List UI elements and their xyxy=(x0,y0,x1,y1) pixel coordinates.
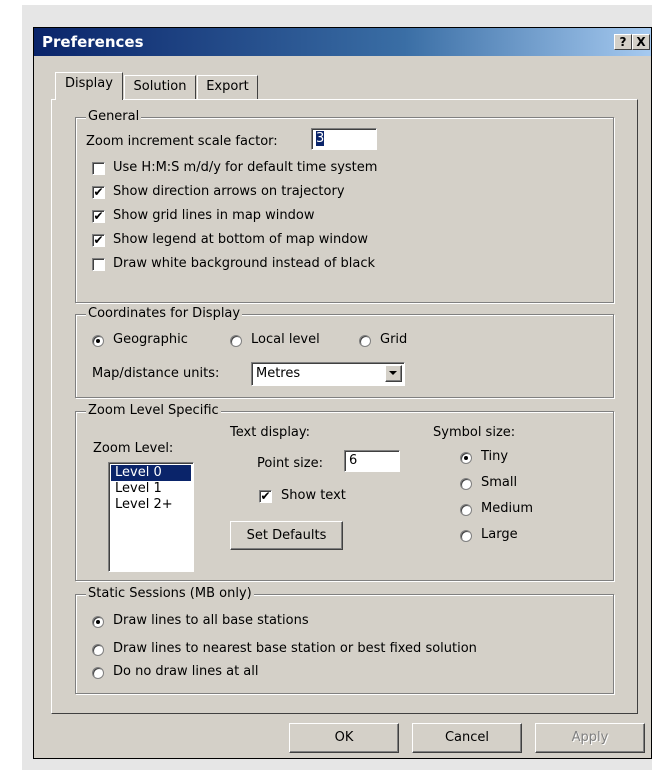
checkbox-show-text[interactable]: ✔ xyxy=(259,490,272,503)
cancel-button[interactable]: Cancel xyxy=(412,723,522,753)
apply-button[interactable]: Apply xyxy=(535,723,645,753)
radio-nearest-base-station[interactable] xyxy=(92,644,104,656)
title-bar: Preferences ? X xyxy=(34,28,651,56)
static-sessions-title: Static Sessions (MB only) xyxy=(86,586,254,601)
radio-geographic[interactable] xyxy=(92,335,104,347)
checkbox-direction-arrows[interactable]: ✔ xyxy=(92,186,105,199)
display-tab-panel: General Zoom increment scale factor: 3 U… xyxy=(51,99,638,714)
zoom-level-list[interactable]: Level 0 Level 1 Level 2+ xyxy=(108,462,194,572)
general-group-title: General xyxy=(86,109,142,124)
radio-label: Geographic xyxy=(113,332,188,347)
zoom-level-label: Zoom Level: xyxy=(93,441,174,456)
ok-button[interactable]: OK xyxy=(289,723,399,753)
list-item[interactable]: Level 2+ xyxy=(111,497,191,513)
point-size-input[interactable]: 6 xyxy=(344,450,400,472)
radio-label: Tiny xyxy=(481,449,509,464)
window-title: Preferences xyxy=(42,33,144,51)
help-icon[interactable]: ? xyxy=(614,34,632,50)
static-sessions-group: Static Sessions (MB only) Draw lines to … xyxy=(75,586,614,694)
tab-export[interactable]: Export xyxy=(197,75,258,99)
radio-label: Do no draw lines at all xyxy=(113,664,259,679)
radio-tiny[interactable] xyxy=(460,452,472,464)
units-value: Metres xyxy=(256,366,301,381)
checkbox-white-background[interactable] xyxy=(92,258,105,271)
zoom-increment-input[interactable]: 3 xyxy=(311,128,377,150)
radio-small[interactable] xyxy=(460,478,472,490)
radio-label: Large xyxy=(481,527,518,542)
coordinates-group-title: Coordinates for Display xyxy=(86,306,243,321)
radio-medium[interactable] xyxy=(460,504,472,516)
show-text-label: Show text xyxy=(281,488,346,503)
checkbox-label: Show grid lines in map window xyxy=(113,208,315,223)
radio-label: Small xyxy=(481,475,518,490)
zoom-level-specific-group: Zoom Level Specific Zoom Level: Level 0 … xyxy=(75,403,614,581)
point-size-value: 6 xyxy=(349,453,358,468)
units-dropdown[interactable]: Metres xyxy=(251,362,405,386)
close-icon[interactable]: X xyxy=(632,34,650,50)
list-item[interactable]: Level 1 xyxy=(111,481,191,497)
radio-local-level[interactable] xyxy=(230,335,242,347)
general-group: General Zoom increment scale factor: 3 U… xyxy=(75,109,614,303)
tab-solution[interactable]: Solution xyxy=(124,75,196,99)
radio-label: Draw lines to nearest base station or be… xyxy=(113,641,477,656)
symbol-size-label: Symbol size: xyxy=(433,425,516,440)
checkbox-grid-lines[interactable]: ✔ xyxy=(92,210,105,223)
zoom-increment-label: Zoom increment scale factor: xyxy=(86,134,278,149)
checkbox-use-hms[interactable] xyxy=(92,162,105,175)
list-item[interactable]: Level 0 xyxy=(111,465,191,481)
set-defaults-button[interactable]: Set Defaults xyxy=(230,521,343,550)
radio-label: Draw lines to all base stations xyxy=(113,613,309,628)
coordinates-group: Coordinates for Display Geographic Local… xyxy=(75,306,614,398)
radio-label: Medium xyxy=(481,501,533,516)
checkbox-label: Show direction arrows on trajectory xyxy=(113,184,345,199)
point-size-label: Point size: xyxy=(257,456,323,471)
zoom-level-specific-title: Zoom Level Specific xyxy=(86,403,221,418)
checkbox-label: Use H:M:S m/d/y for default time system xyxy=(113,160,378,175)
chevron-down-icon[interactable] xyxy=(385,365,402,382)
zoom-increment-value: 3 xyxy=(316,131,325,146)
radio-grid[interactable] xyxy=(359,335,371,347)
radio-label: Grid xyxy=(380,332,408,347)
radio-large[interactable] xyxy=(460,530,472,542)
radio-label: Local level xyxy=(251,332,320,347)
radio-no-lines[interactable] xyxy=(92,667,104,679)
radio-all-base-stations[interactable] xyxy=(92,616,104,628)
preferences-dialog: Preferences ? X Display Solution Export … xyxy=(33,27,652,759)
checkbox-legend[interactable]: ✔ xyxy=(92,234,105,247)
checkbox-label: Show legend at bottom of map window xyxy=(113,232,369,247)
units-label: Map/distance units: xyxy=(92,366,220,381)
text-display-label: Text display: xyxy=(230,425,311,440)
checkbox-label: Draw white background instead of black xyxy=(113,256,376,271)
tab-display[interactable]: Display xyxy=(55,72,123,100)
